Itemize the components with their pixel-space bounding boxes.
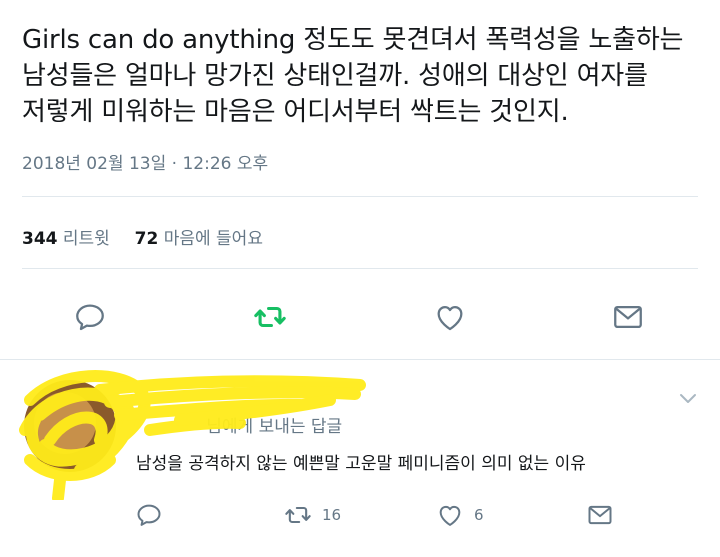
like-stat-label: 마음에 들어요 xyxy=(163,229,263,249)
direct-message-button[interactable] xyxy=(606,295,650,339)
envelope-icon xyxy=(588,505,612,525)
reply-button[interactable] xyxy=(68,295,112,339)
tweet-text-line: 저렇게 미워하는 마음은 어디서부터 싹트는 것인지. xyxy=(22,97,569,127)
heart-icon xyxy=(437,305,463,331)
reply-tweet[interactable]: 님에게 보내는 답글 남성을 공격하지 않는 예쁜말 고운말 페미니즘이 의미 … xyxy=(0,360,720,557)
reply-retweet-button[interactable]: 16 xyxy=(284,497,341,533)
reply-icon xyxy=(137,504,161,526)
reply-to-line: 님에게 보내는 답글 xyxy=(136,412,342,437)
reply-retweet-count: 16 xyxy=(322,506,342,524)
reply-text: 남성을 공격하지 않는 예쁜말 고운말 페미니즘이 의미 없는 이유 xyxy=(136,454,586,474)
chevron-down-icon[interactable] xyxy=(676,386,700,410)
reply-action-bar: 16 6 xyxy=(0,497,720,537)
retweet-icon xyxy=(285,506,311,524)
tweet-text-line: Girls can do anything 정도도 못견뎌서 폭력성을 노출하는 xyxy=(22,25,684,55)
like-count: 72 xyxy=(134,229,159,249)
retweet-button[interactable] xyxy=(248,295,292,339)
retweet-icon xyxy=(254,306,286,328)
tweet-action-bar xyxy=(0,295,720,343)
envelope-icon xyxy=(614,305,642,329)
reply-to-handle[interactable] xyxy=(136,417,201,437)
like-stat[interactable]: 72 마음에 들어요 xyxy=(135,229,263,249)
tweet-timestamp[interactable]: 2018년 02월 13일 · 12:26 오후 xyxy=(22,149,268,174)
tweet-text-line: 남성들은 얼마나 망가진 상태인걸까. 성애의 대상인 여자를 xyxy=(22,61,648,91)
like-button[interactable] xyxy=(428,295,472,339)
reply-icon xyxy=(76,304,104,331)
divider xyxy=(22,196,698,197)
tweet-text: Girls can do anything 정도도 못견뎌서 폭력성을 노출하는… xyxy=(22,22,702,130)
retweet-count: 344 xyxy=(22,229,58,249)
reply-author-name[interactable] xyxy=(136,380,376,406)
reply-dm-button[interactable] xyxy=(586,497,614,533)
reply-reply-button[interactable] xyxy=(135,497,163,533)
heart-icon xyxy=(439,505,461,526)
reply-like-count: 6 xyxy=(474,506,484,524)
tweet-stats: 344 리트윗 72 마음에 들어요 xyxy=(22,224,263,249)
divider xyxy=(22,268,698,269)
reply-like-button[interactable]: 6 xyxy=(436,497,484,533)
reply-to-suffix: 님에게 보내는 답글 xyxy=(206,417,343,437)
avatar[interactable] xyxy=(24,380,116,472)
retweet-stat[interactable]: 344 리트윗 xyxy=(22,229,115,249)
retweet-stat-label: 리트윗 xyxy=(62,229,110,249)
tweet-detail-page: Girls can do anything 정도도 못견뎌서 폭력성을 노출하는… xyxy=(0,0,720,557)
